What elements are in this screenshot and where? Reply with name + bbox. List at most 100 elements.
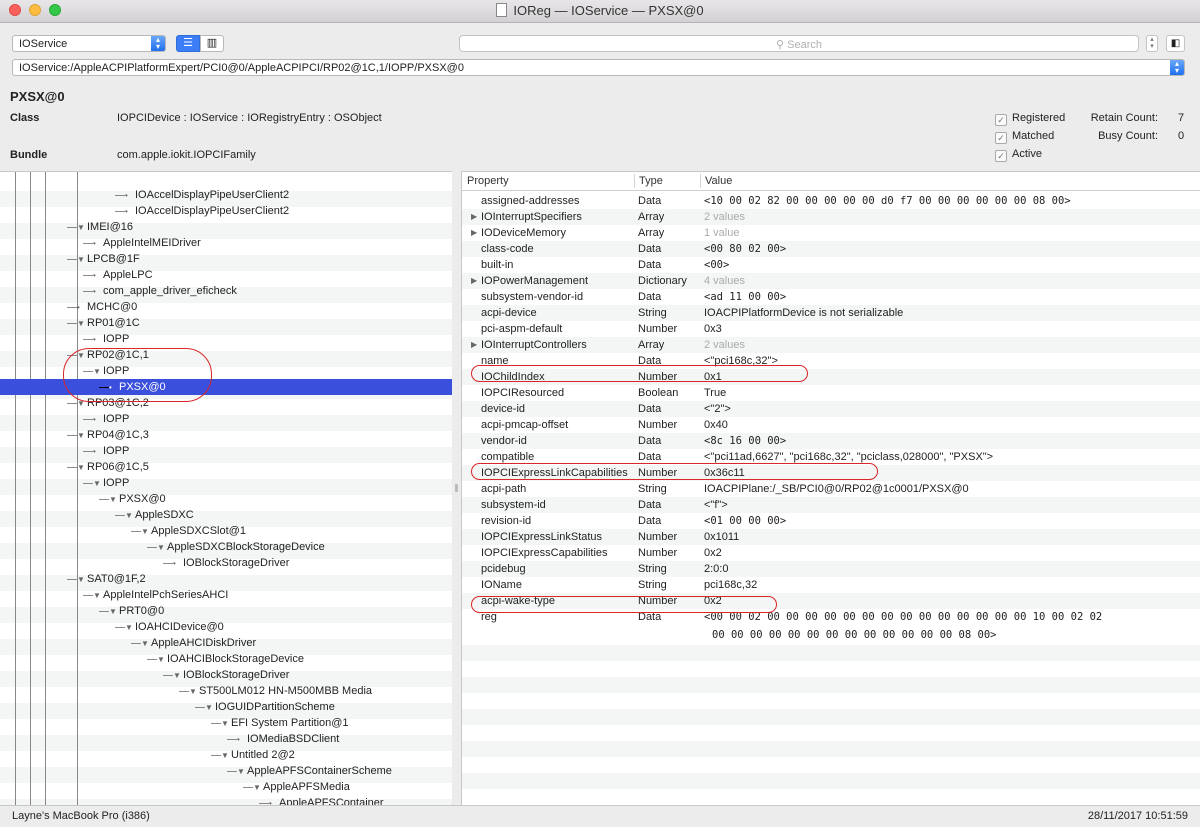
tree-node[interactable]: ▼ RP06@1C,5 bbox=[77, 459, 149, 475]
registered-checkbox[interactable]: ✓ Registered bbox=[995, 112, 1065, 126]
tree-node[interactable]: ▼ SAT0@1F,2 bbox=[77, 571, 146, 587]
active-checkbox[interactable]: ✓ Active bbox=[995, 148, 1042, 162]
disclosure-triangle-icon[interactable]: ▼ bbox=[221, 716, 231, 732]
disclosure-triangle-icon[interactable]: ▼ bbox=[125, 508, 135, 524]
tree-node[interactable]: • IOPP bbox=[93, 443, 129, 459]
disclosure-triangle-icon[interactable]: ▼ bbox=[253, 780, 263, 796]
property-row[interactable]: IOPCIExpressCapabilities Number 0x2 bbox=[462, 545, 1200, 561]
search-field[interactable]: ⚲ Search bbox=[459, 35, 1139, 52]
registry-tree[interactable]: • IOAccelDisplayPipeUserClient2 • IOAccelDi… bbox=[0, 171, 453, 805]
disclosure-triangle-icon[interactable]: ▶ bbox=[471, 340, 477, 349]
plane-popup[interactable]: IOService ▴ ▾ bbox=[12, 35, 166, 52]
disclosure-triangle-icon[interactable]: ▼ bbox=[157, 540, 167, 556]
tree-node[interactable]: • IOPP bbox=[93, 411, 129, 427]
tree-node[interactable]: ▼ ST500LM012 HN-M500MBB Media bbox=[189, 683, 372, 699]
property-row[interactable]: pcidebug String 2:0:0 bbox=[462, 561, 1200, 577]
tree-node[interactable]: ▼ AppleIntelPchSeriesAHCI bbox=[93, 587, 228, 603]
column-header-value[interactable]: Value bbox=[705, 175, 732, 187]
disclosure-triangle-icon[interactable]: ▼ bbox=[237, 764, 247, 780]
disclosure-triangle-icon[interactable]: ▼ bbox=[141, 636, 151, 652]
property-row[interactable]: device-id Data <"2"> bbox=[462, 401, 1200, 417]
property-row[interactable]: acpi-pmcap-offset Number 0x40 bbox=[462, 417, 1200, 433]
disclosure-triangle-icon[interactable]: ▼ bbox=[77, 252, 87, 268]
tree-node[interactable]: • IOBlockStorageDriver bbox=[173, 555, 289, 571]
property-row[interactable]: revision-id Data <01 00 00 00> bbox=[462, 513, 1200, 529]
disclosure-triangle-icon[interactable]: ▼ bbox=[77, 428, 87, 444]
property-row[interactable]: assigned-addresses Data <10 00 02 82 00 00… bbox=[462, 193, 1200, 209]
tree-node[interactable]: • AppleAPFSContainer bbox=[269, 795, 384, 805]
disclosure-triangle-icon[interactable]: ▼ bbox=[93, 588, 103, 604]
disclosure-triangle-icon[interactable]: ▶ bbox=[471, 212, 477, 221]
property-row[interactable]: built-in Data <00> bbox=[462, 257, 1200, 273]
tree-node[interactable]: ▼ IOAHCIDevice@0 bbox=[125, 619, 224, 635]
tree-node[interactable]: ▼ EFI System Partition@1 bbox=[221, 715, 349, 731]
tree-node[interactable]: ▼ IOPP bbox=[93, 475, 129, 491]
disclosure-triangle-icon[interactable]: ▼ bbox=[93, 476, 103, 492]
disclosure-triangle-icon[interactable]: ▼ bbox=[141, 524, 151, 540]
property-row[interactable]: subsystem-vendor-id Data <ad 11 00 00> bbox=[462, 289, 1200, 305]
disclosure-triangle-icon[interactable]: ▼ bbox=[125, 620, 135, 636]
column-header-property[interactable]: Property bbox=[467, 175, 509, 187]
tree-node[interactable]: ▼ AppleSDXCBlockStorageDevice bbox=[157, 539, 325, 555]
property-row[interactable]: vendor-id Data <8c 16 00 00> bbox=[462, 433, 1200, 449]
property-row[interactable]: ▶ IOPowerManagement Dictionary 4 values bbox=[462, 273, 1200, 289]
tree-node[interactable]: ▼ LPCB@1F bbox=[77, 251, 140, 267]
tree-node[interactable]: ▼ RP01@1C bbox=[77, 315, 140, 331]
tree-node[interactable]: ▼ Untitled 2@2 bbox=[221, 747, 295, 763]
disclosure-triangle-icon[interactable]: ▼ bbox=[189, 684, 199, 700]
disclosure-triangle-icon[interactable]: ▼ bbox=[157, 652, 167, 668]
tree-node[interactable]: • IOPP bbox=[93, 331, 129, 347]
property-row[interactable]: class-code Data <00 80 02 00> bbox=[462, 241, 1200, 257]
tree-node[interactable]: ▼ IOGUIDPartitionScheme bbox=[205, 699, 335, 715]
tree-node[interactable]: • IOMediaBSDClient bbox=[237, 731, 339, 747]
tree-node[interactable]: • AppleIntelMEIDriver bbox=[93, 235, 201, 251]
property-row[interactable]: ▶ IODeviceMemory Array 1 value bbox=[462, 225, 1200, 241]
tree-node[interactable]: ▼ IOBlockStorageDriver bbox=[173, 667, 289, 683]
tree-node[interactable]: ▼ AppleSDXC bbox=[125, 507, 194, 523]
column-view-button[interactable]: ▥ bbox=[200, 35, 224, 52]
property-row[interactable]: ▶ IOInterruptSpecifiers Array 2 values bbox=[462, 209, 1200, 225]
property-row[interactable]: IOName String pci168c,32 bbox=[462, 577, 1200, 593]
disclosure-triangle-icon[interactable]: ▼ bbox=[205, 700, 215, 716]
disclosure-triangle-icon[interactable]: ▼ bbox=[77, 220, 87, 236]
disclosure-triangle-icon[interactable]: ▼ bbox=[109, 604, 119, 620]
property-row[interactable]: IOPCIExpressLinkStatus Number 0x1011 bbox=[462, 529, 1200, 545]
disclosure-triangle-icon[interactable]: ▼ bbox=[173, 668, 183, 684]
property-row[interactable]: IOPCIResourced Boolean True bbox=[462, 385, 1200, 401]
disclosure-triangle-icon[interactable]: ▶ bbox=[471, 228, 477, 237]
path-popup[interactable]: IOService:/AppleACPIPlatformExpert/PCI0@… bbox=[12, 59, 1185, 76]
property-row[interactable]: reg Data <00 00 02 00 00 00 00 00 00 00 00… bbox=[462, 609, 1200, 645]
tree-node[interactable]: ▼ RP04@1C,3 bbox=[77, 427, 149, 443]
tree-node[interactable]: ▼ AppleAPFSMedia bbox=[253, 779, 350, 795]
tree-node[interactable]: ▼ AppleSDXCSlot@1 bbox=[141, 523, 246, 539]
disclosure-triangle-icon[interactable]: ▼ bbox=[77, 460, 87, 476]
inspector-button[interactable]: ◧ bbox=[1166, 35, 1185, 52]
disclosure-triangle-icon[interactable]: ▶ bbox=[471, 276, 477, 285]
disclosure-triangle-icon[interactable]: ▼ bbox=[77, 316, 87, 332]
tree-node[interactable]: ▼ IMEI@16 bbox=[77, 219, 133, 235]
disclosure-triangle-icon[interactable]: ▼ bbox=[221, 748, 231, 764]
property-row[interactable]: acpi-path String IOACPIPlane:/_SB/PCI0@0/R… bbox=[462, 481, 1200, 497]
tree-node[interactable]: • MCHC@0 bbox=[77, 299, 137, 315]
column-header-type[interactable]: Type bbox=[639, 175, 663, 187]
property-row[interactable]: pci-aspm-default Number 0x3 bbox=[462, 321, 1200, 337]
property-table[interactable]: assigned-addresses Data <10 00 02 82 00 00… bbox=[461, 171, 1200, 805]
tree-node[interactable]: ▼ AppleAPFSContainerScheme bbox=[237, 763, 392, 779]
tree-node[interactable]: • IOAccelDisplayPipeUserClient2 bbox=[125, 203, 289, 219]
tree-node[interactable]: • IOAccelDisplayPipeUserClient2 bbox=[125, 187, 289, 203]
property-row[interactable]: subsystem-id Data <"f"> bbox=[462, 497, 1200, 513]
tree-node[interactable]: • AppleLPC bbox=[93, 267, 153, 283]
tree-node[interactable]: ▼ AppleAHCIDiskDriver bbox=[141, 635, 256, 651]
property-row[interactable]: ▶ IOInterruptControllers Array 2 values bbox=[462, 337, 1200, 353]
disclosure-triangle-icon[interactable]: ▼ bbox=[109, 492, 119, 508]
tree-node[interactable]: ▼ PXSX@0 bbox=[109, 491, 166, 507]
tree-node[interactable]: ▼ IOAHCIBlockStorageDevice bbox=[157, 651, 304, 667]
matched-checkbox[interactable]: ✓ Matched bbox=[995, 130, 1054, 144]
disclosure-triangle-icon[interactable]: ▼ bbox=[77, 572, 87, 588]
tree-node-label: ST500LM012 HN-M500MBB Media bbox=[199, 685, 373, 697]
tree-node[interactable]: • com_apple_driver_eficheck bbox=[93, 283, 237, 299]
search-stepper[interactable]: ▴ ▾ bbox=[1146, 35, 1158, 52]
list-view-button[interactable]: ☰ bbox=[176, 35, 200, 52]
property-row[interactable]: acpi-device String IOACPIPlatformDevice is… bbox=[462, 305, 1200, 321]
tree-node[interactable]: ▼ PRT0@0 bbox=[109, 603, 164, 619]
